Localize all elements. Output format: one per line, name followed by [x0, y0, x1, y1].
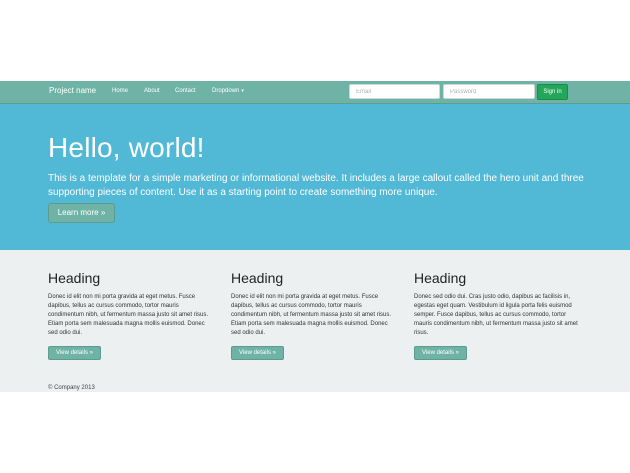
hero-text: This is a template for a simple marketin…: [48, 173, 584, 198]
nav-item-contact[interactable]: Contact: [175, 88, 196, 94]
column-text: Donec id elit non mi porta gravida at eg…: [48, 294, 209, 336]
column-heading: Heading: [414, 270, 467, 286]
brand-link[interactable]: Project name: [49, 86, 96, 95]
view-details-button[interactable]: View details »: [414, 346, 467, 360]
view-details-button[interactable]: View details »: [48, 346, 101, 360]
content-column: Heading Donec sed odio dui. Cras justo o…: [414, 270, 582, 360]
email-input[interactable]: [349, 84, 440, 99]
column-text: Donec sed odio dui. Cras justo odio, dap…: [414, 294, 578, 336]
hero-title: Hello, world!: [48, 132, 205, 163]
hero-unit: Hello, world! This is a template for a s…: [0, 104, 630, 250]
password-input[interactable]: [443, 84, 535, 99]
nav-item-home[interactable]: Home: [112, 88, 128, 94]
content-column: Heading Donec id elit non mi porta gravi…: [48, 270, 216, 360]
sign-in-button[interactable]: Sign in: [537, 84, 568, 100]
nav-item-about[interactable]: About: [144, 88, 160, 94]
footer-text: © Company 2013: [48, 385, 95, 391]
learn-more-button[interactable]: Learn more »: [48, 203, 115, 223]
column-heading: Heading: [48, 270, 101, 286]
content-column: Heading Donec id elit non mi porta gravi…: [231, 270, 399, 360]
caret-down-icon: ▾: [241, 88, 244, 94]
page: Project name Home About Contact Dropdown…: [0, 81, 630, 392]
nav-item-dropdown[interactable]: Dropdown ▾: [212, 88, 244, 94]
column-heading: Heading: [231, 270, 284, 286]
navbar: Project name Home About Contact Dropdown…: [0, 81, 630, 104]
column-text: Donec id elit non mi porta gravida at eg…: [231, 294, 392, 336]
view-details-button[interactable]: View details »: [231, 346, 284, 360]
nav-item-dropdown-label: Dropdown: [212, 88, 240, 94]
